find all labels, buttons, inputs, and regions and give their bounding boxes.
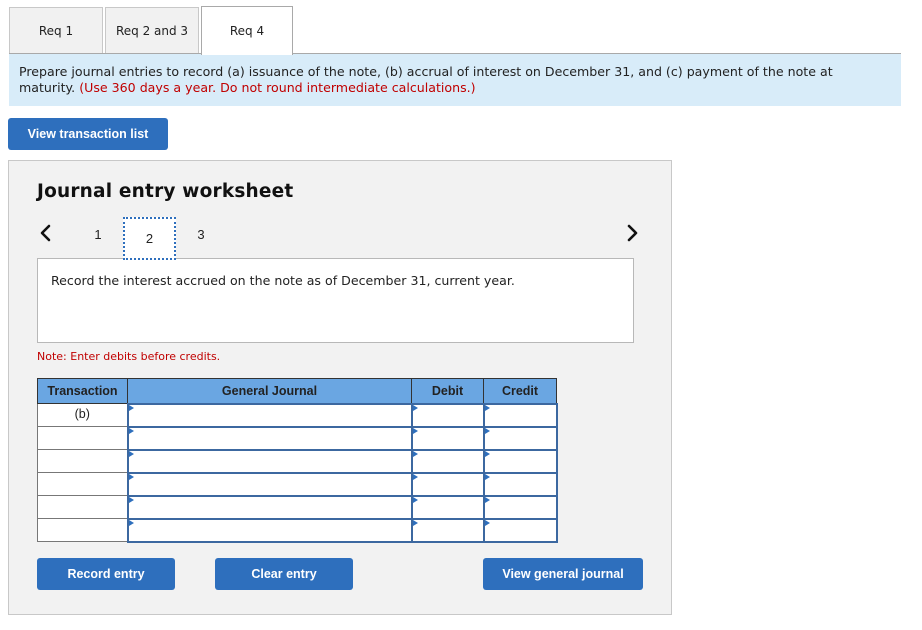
- transaction-cell: [37, 426, 128, 450]
- header-credit: Credit: [483, 378, 557, 404]
- journal-table-header: Transaction General Journal Debit Credit: [37, 378, 557, 404]
- credit-input[interactable]: [482, 425, 558, 451]
- debits-credits-note: Note: Enter debits before credits.: [37, 350, 221, 363]
- page-3-button[interactable]: 3: [176, 216, 226, 252]
- transaction-cell: [37, 449, 128, 473]
- dropdown-flag-icon: [128, 450, 134, 457]
- page-2-button[interactable]: 2: [123, 217, 176, 260]
- entry-description-box: Record the interest accrued on the note …: [37, 258, 634, 343]
- dropdown-flag-icon: [412, 473, 418, 480]
- transaction-cell: [37, 518, 128, 542]
- debit-input[interactable]: [410, 425, 485, 451]
- transaction-cell: (b): [37, 403, 128, 427]
- worksheet-pager: 1 2 3: [9, 216, 673, 260]
- debit-input[interactable]: [410, 494, 485, 520]
- journal-table: Transaction General Journal Debit Credit…: [37, 378, 558, 543]
- table-row: [37, 425, 558, 451]
- dropdown-flag-icon: [412, 496, 418, 503]
- dropdown-flag-icon: [412, 404, 418, 411]
- page-1-button[interactable]: 1: [73, 216, 123, 252]
- entry-description: Record the interest accrued on the note …: [51, 273, 515, 288]
- dropdown-flag-icon: [484, 427, 490, 434]
- view-general-journal-button[interactable]: View general journal: [483, 558, 643, 590]
- dropdown-flag-icon: [128, 519, 134, 526]
- credit-input[interactable]: [482, 517, 558, 543]
- header-debit: Debit: [411, 378, 484, 404]
- tab-req-2-and-3[interactable]: Req 2 and 3: [105, 7, 199, 54]
- dropdown-flag-icon: [128, 496, 134, 503]
- debit-input[interactable]: [410, 448, 485, 474]
- account-input[interactable]: [126, 471, 413, 497]
- dropdown-flag-icon: [412, 519, 418, 526]
- credit-input[interactable]: [482, 448, 558, 474]
- dropdown-flag-icon: [128, 404, 134, 411]
- account-input[interactable]: [126, 494, 413, 520]
- instructions-highlight: (Use 360 days a year. Do not round inter…: [79, 80, 476, 95]
- table-row: [37, 448, 558, 474]
- tab-req-1[interactable]: Req 1: [9, 7, 103, 54]
- account-input[interactable]: [126, 402, 413, 428]
- dropdown-flag-icon: [484, 519, 490, 526]
- dropdown-flag-icon: [412, 450, 418, 457]
- credit-input[interactable]: [482, 402, 558, 428]
- chevron-right-icon[interactable]: [625, 223, 639, 243]
- tab-req-4[interactable]: Req 4: [201, 6, 293, 55]
- debit-input[interactable]: [410, 402, 485, 428]
- transaction-cell: [37, 472, 128, 496]
- view-transaction-list-button[interactable]: View transaction list: [8, 118, 168, 150]
- account-input[interactable]: [126, 448, 413, 474]
- table-row: (b): [37, 402, 558, 428]
- account-input[interactable]: [126, 517, 413, 543]
- record-entry-button[interactable]: Record entry: [37, 558, 175, 590]
- header-transaction: Transaction: [37, 378, 128, 404]
- transaction-cell: [37, 495, 128, 519]
- dropdown-flag-icon: [128, 427, 134, 434]
- dropdown-flag-icon: [484, 473, 490, 480]
- instructions-banner: Prepare journal entries to record (a) is…: [9, 54, 901, 106]
- dropdown-flag-icon: [484, 450, 490, 457]
- credit-input[interactable]: [482, 494, 558, 520]
- clear-entry-button[interactable]: Clear entry: [215, 558, 353, 590]
- table-row: [37, 517, 558, 543]
- dropdown-flag-icon: [128, 473, 134, 480]
- dropdown-flag-icon: [412, 427, 418, 434]
- debit-input[interactable]: [410, 517, 485, 543]
- journal-entry-worksheet-panel: Journal entry worksheet 1 2 3 Record the…: [8, 160, 672, 615]
- account-input[interactable]: [126, 425, 413, 451]
- credit-input[interactable]: [482, 471, 558, 497]
- header-general-journal: General Journal: [127, 378, 412, 404]
- worksheet-title: Journal entry worksheet: [37, 181, 294, 202]
- table-row: [37, 471, 558, 497]
- chevron-left-icon[interactable]: [39, 223, 53, 243]
- table-row: [37, 494, 558, 520]
- dropdown-flag-icon: [484, 404, 490, 411]
- debit-input[interactable]: [410, 471, 485, 497]
- dropdown-flag-icon: [484, 496, 490, 503]
